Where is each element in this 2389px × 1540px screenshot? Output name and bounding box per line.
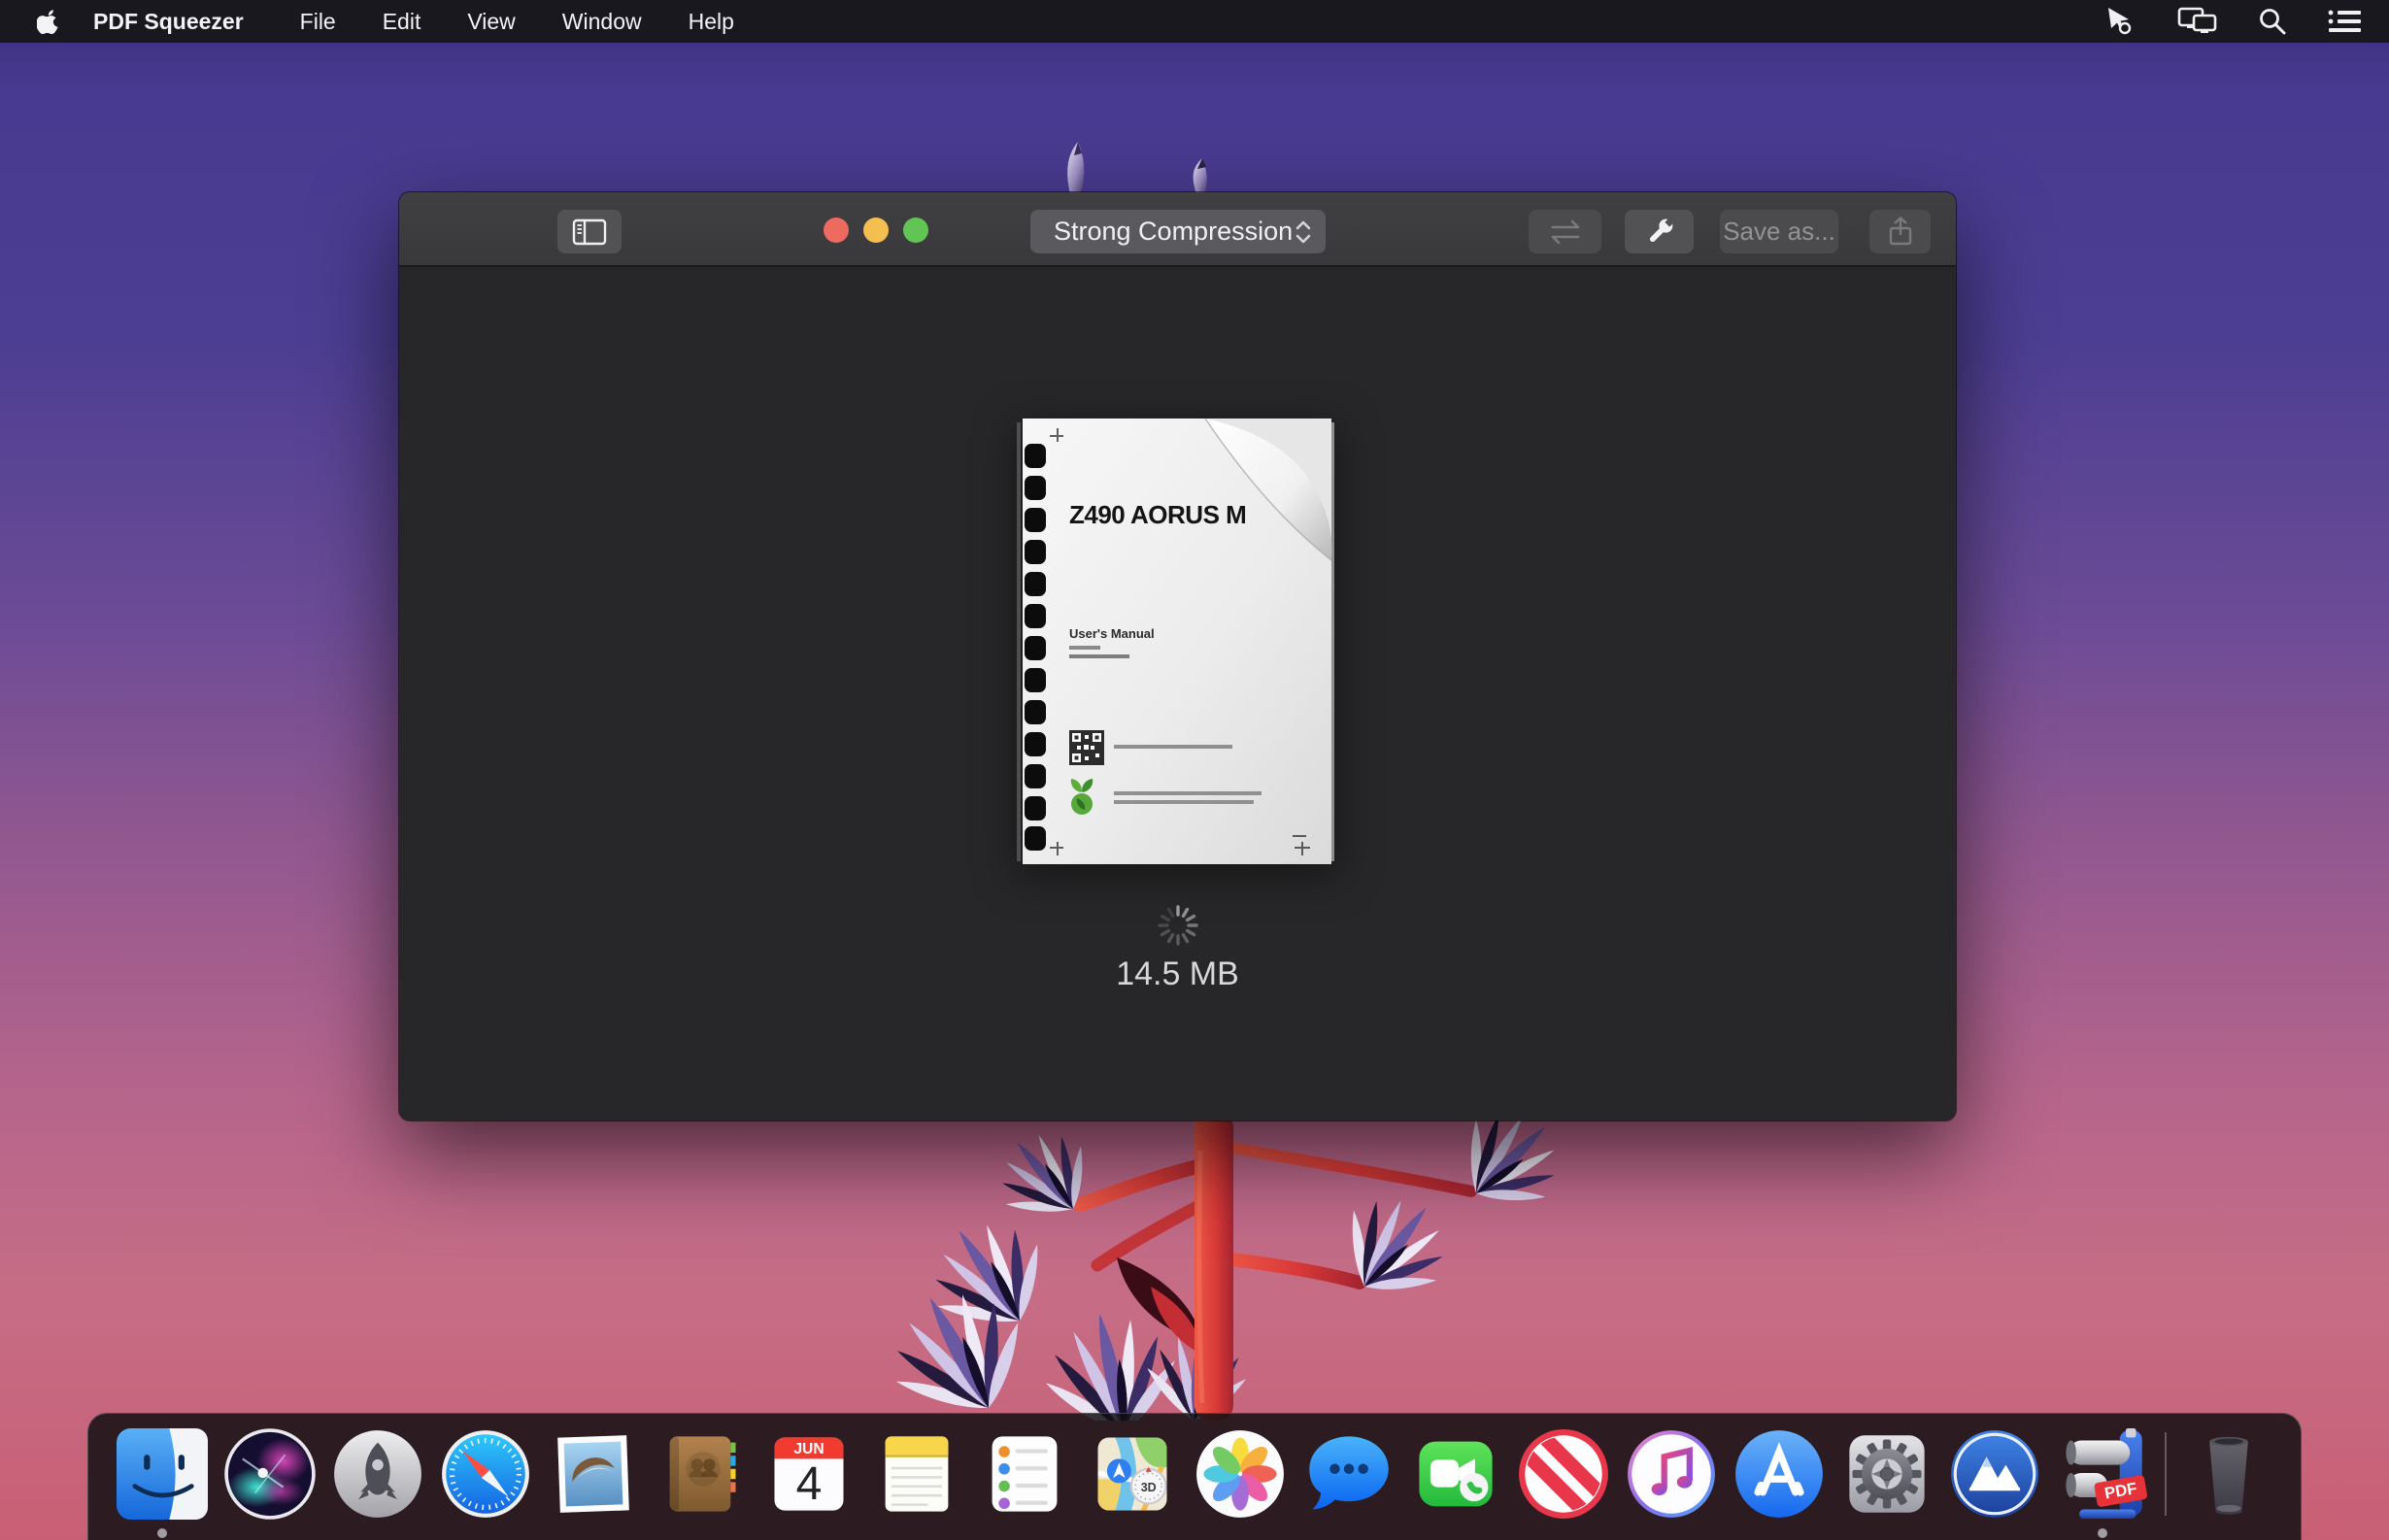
qr-code <box>1069 730 1104 765</box>
file-size-label: 14.5 MB <box>399 955 1956 993</box>
compression-select[interactable]: Strong Compression <box>1030 210 1326 253</box>
dock-item-pdf-squeezer[interactable]: PDF <box>2057 1428 2148 1520</box>
menu-edit[interactable]: Edit <box>383 9 421 35</box>
menu-items: File Edit View Window Help <box>300 9 734 35</box>
save-as-label: Save as... <box>1723 217 1835 247</box>
desktop: PDF Squeezer File Edit View Window Help <box>0 0 2389 1540</box>
window-titlebar[interactable]: Strong Compression <box>399 192 1956 267</box>
dock-item-messages[interactable] <box>1302 1428 1394 1520</box>
menu-view[interactable]: View <box>467 9 515 35</box>
dock: JUN 4 <box>87 1413 2302 1540</box>
compression-select-label: Strong Compression <box>1054 217 1293 247</box>
displays-icon[interactable] <box>2177 6 2218 37</box>
dock-item-facetime[interactable] <box>1410 1428 1501 1520</box>
app-store-icon <box>1733 1428 1825 1520</box>
menu-file[interactable]: File <box>300 9 336 35</box>
share-button[interactable] <box>1869 210 1931 253</box>
maps-3d-badge: 3D <box>1141 1481 1157 1494</box>
dock-item-notes[interactable] <box>871 1428 962 1520</box>
dock-item-siri[interactable] <box>224 1428 316 1520</box>
sidebar-icon <box>572 218 607 246</box>
calendar-icon: JUN 4 <box>763 1428 855 1520</box>
save-as-button[interactable]: Save as... <box>1720 210 1838 253</box>
notes-icon <box>871 1428 962 1520</box>
apple-menu[interactable] <box>37 8 60 35</box>
dock-item-photos[interactable] <box>1194 1428 1286 1520</box>
apple-icon <box>37 8 60 35</box>
launchpad-icon <box>332 1428 423 1520</box>
search-icon[interactable] <box>2257 6 2288 37</box>
photos-icon <box>1194 1428 1286 1520</box>
share-icon <box>1885 216 1916 249</box>
menu-window[interactable]: Window <box>562 9 642 35</box>
pdf-subtitle: User's Manual <box>1069 626 1155 641</box>
reminders-icon <box>979 1428 1070 1520</box>
news-icon <box>1518 1428 1609 1520</box>
safari-icon <box>440 1428 531 1520</box>
minimize-button[interactable] <box>863 218 889 243</box>
menu-bar: PDF Squeezer File Edit View Window Help <box>0 0 2389 43</box>
facetime-icon <box>1410 1428 1501 1520</box>
dock-divider <box>2165 1432 2167 1516</box>
dock-item-system-preferences[interactable] <box>1841 1428 1933 1520</box>
siri-icon <box>224 1428 316 1520</box>
wallpaper-flower-tips <box>1020 124 1272 194</box>
pdf-squeezer-icon: PDF <box>2057 1428 2148 1520</box>
finder-icon <box>117 1428 208 1520</box>
system-preferences-icon <box>1841 1428 1933 1520</box>
calendar-month: JUN <box>793 1441 824 1457</box>
dock-item-app-store[interactable] <box>1733 1428 1825 1520</box>
dock-item-app-cleaner[interactable] <box>1949 1428 2040 1520</box>
trash-icon <box>2183 1428 2274 1520</box>
contacts-icon <box>656 1428 747 1520</box>
maps-icon: 3D <box>1087 1428 1178 1520</box>
pdf-squeezer-window: Strong Compression <box>399 192 1956 1121</box>
app-cleaner-icon <box>1949 1428 2040 1520</box>
close-button[interactable] <box>824 218 849 243</box>
calendar-day: 4 <box>796 1458 823 1510</box>
menu-bar-status-icons <box>2105 0 2362 43</box>
wrench-icon <box>1643 216 1676 249</box>
dock-item-reminders[interactable] <box>979 1428 1070 1520</box>
dock-item-calendar[interactable]: JUN 4 <box>763 1428 855 1520</box>
dock-item-finder[interactable] <box>117 1428 208 1520</box>
pdf-title: Z490 AORUS M <box>1069 500 1246 529</box>
dock-item-safari[interactable] <box>440 1428 531 1520</box>
cursor-icon[interactable] <box>2105 6 2138 37</box>
messages-icon <box>1302 1428 1394 1520</box>
dock-item-news[interactable] <box>1518 1428 1609 1520</box>
loading-spinner-icon <box>1156 903 1200 948</box>
toggle-sidebar-button[interactable] <box>557 210 622 253</box>
compare-arrows-icon <box>1545 218 1586 247</box>
dock-item-itunes[interactable] <box>1626 1428 1717 1520</box>
menu-help[interactable]: Help <box>689 9 734 35</box>
dock-item-launchpad[interactable] <box>332 1428 423 1520</box>
mail-icon <box>548 1428 639 1520</box>
chevron-up-down-icon <box>1295 219 1312 245</box>
settings-button[interactable] <box>1625 210 1694 253</box>
dock-item-maps[interactable]: 3D <box>1087 1428 1178 1520</box>
wallpaper-plant <box>874 1112 1612 1421</box>
dock-item-contacts[interactable] <box>656 1428 747 1520</box>
dock-item-trash[interactable] <box>2183 1428 2274 1520</box>
pdf-thumbnail[interactable]: Z490 AORUS M User's Manual <box>1015 415 1341 868</box>
compare-button[interactable] <box>1529 210 1601 253</box>
itunes-icon <box>1626 1428 1717 1520</box>
zoom-button[interactable] <box>903 218 928 243</box>
active-app-name[interactable]: PDF Squeezer <box>93 9 244 35</box>
dock-item-mail[interactable] <box>548 1428 639 1520</box>
notification-list-icon[interactable] <box>2327 7 2362 36</box>
